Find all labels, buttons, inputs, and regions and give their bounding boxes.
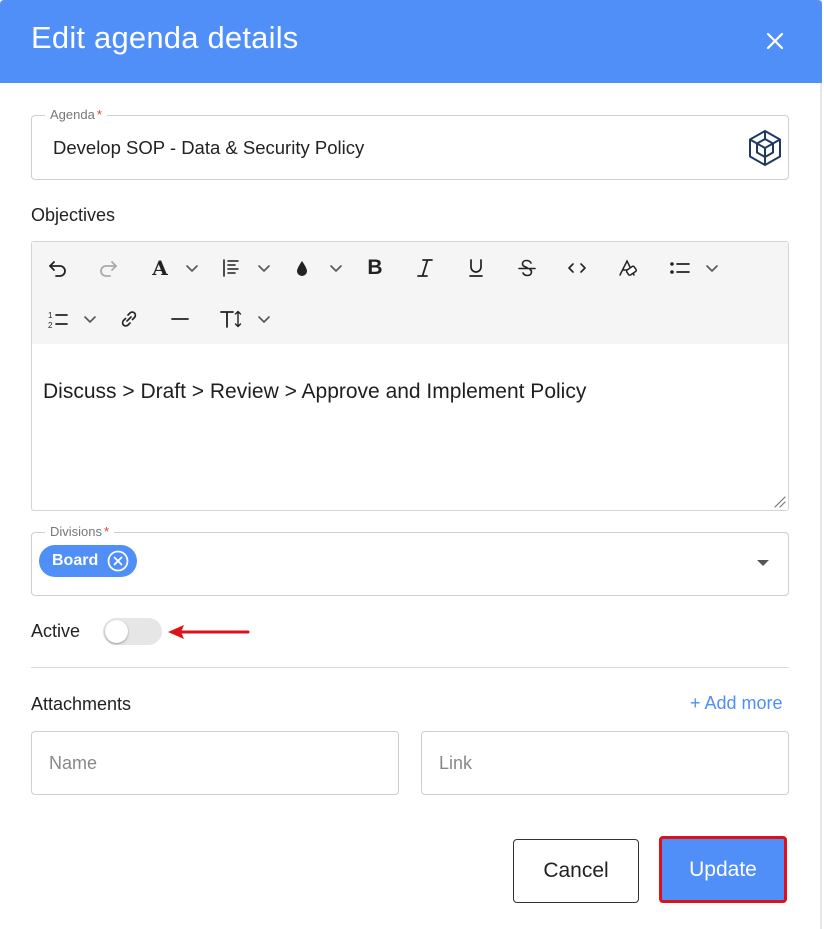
dropdown-arrow-icon[interactable] [757, 560, 769, 566]
attachment-name-input[interactable] [31, 731, 399, 795]
underline-icon[interactable] [464, 254, 488, 282]
strikethrough-icon[interactable] [515, 254, 539, 282]
active-label: Active [31, 621, 81, 641]
close-icon[interactable] [760, 26, 790, 56]
chevron-down-icon[interactable] [702, 254, 722, 282]
clear-format-icon[interactable] [615, 254, 641, 282]
resize-handle-icon[interactable] [772, 494, 786, 508]
svg-text:1: 1 [48, 311, 53, 320]
redo-icon[interactable] [96, 254, 120, 282]
active-toggle[interactable] [103, 618, 162, 645]
numbered-list-icon[interactable]: 12 [46, 305, 70, 333]
annotation-arrow-icon [166, 622, 250, 642]
svg-text:2: 2 [48, 321, 53, 329]
cube-logo-icon [746, 128, 784, 168]
italic-icon[interactable] [413, 254, 437, 282]
editor-content[interactable]: Discuss > Draft > Review > Approve and I… [43, 380, 586, 404]
required-mark: * [104, 524, 110, 539]
update-button-label: Update [689, 857, 757, 881]
font-size-icon[interactable] [218, 305, 244, 333]
chip-label: Board [52, 552, 99, 569]
agenda-value[interactable]: Develop SOP - Data & Security Policy [53, 137, 364, 159]
objectives-label: Objectives [31, 205, 116, 225]
divisions-label: Divisions * [45, 524, 115, 540]
add-more-link[interactable]: + Add more [690, 693, 783, 714]
code-icon[interactable] [564, 254, 590, 282]
edit-agenda-dialog: Edit agenda details Agenda * Develop SOP … [0, 0, 822, 929]
attachment-link-input[interactable] [421, 731, 789, 795]
line-height-icon[interactable] [220, 254, 242, 282]
chevron-down-icon[interactable] [326, 254, 346, 282]
chevron-down-icon[interactable] [182, 254, 202, 282]
chevron-down-icon[interactable] [80, 305, 100, 333]
link-icon[interactable] [117, 305, 141, 333]
remove-chip-icon[interactable] [107, 550, 129, 572]
cancel-button[interactable]: Cancel [513, 839, 639, 903]
update-button[interactable]: Update [659, 836, 787, 903]
editor-toolbar: A B 1 2 [32, 242, 788, 344]
divisions-select[interactable]: Divisions * Board [31, 524, 789, 596]
bold-icon[interactable]: B [363, 254, 387, 282]
chevron-down-icon[interactable] [254, 305, 274, 333]
objectives-editor[interactable]: A B 1 2 Discuss > Draft > Review > Appro… [31, 241, 789, 511]
chevron-down-icon[interactable] [254, 254, 274, 282]
toggle-knob [105, 620, 128, 643]
agenda-label: Agenda * [45, 107, 107, 123]
horizontal-rule-icon[interactable] [168, 305, 192, 333]
font-color-icon[interactable]: A [147, 254, 173, 282]
fill-color-icon[interactable] [292, 254, 312, 282]
bulleted-list-icon[interactable] [667, 254, 693, 282]
required-mark: * [96, 107, 102, 122]
dialog-title: Edit agenda details [31, 20, 299, 55]
agenda-field[interactable]: Agenda * Develop SOP - Data & Security Po… [31, 107, 789, 180]
section-divider [31, 667, 789, 668]
undo-icon[interactable] [46, 254, 70, 282]
dialog-header: Edit agenda details [0, 0, 822, 83]
attachments-label: Attachments [31, 694, 132, 714]
division-chip-board: Board [39, 545, 138, 577]
